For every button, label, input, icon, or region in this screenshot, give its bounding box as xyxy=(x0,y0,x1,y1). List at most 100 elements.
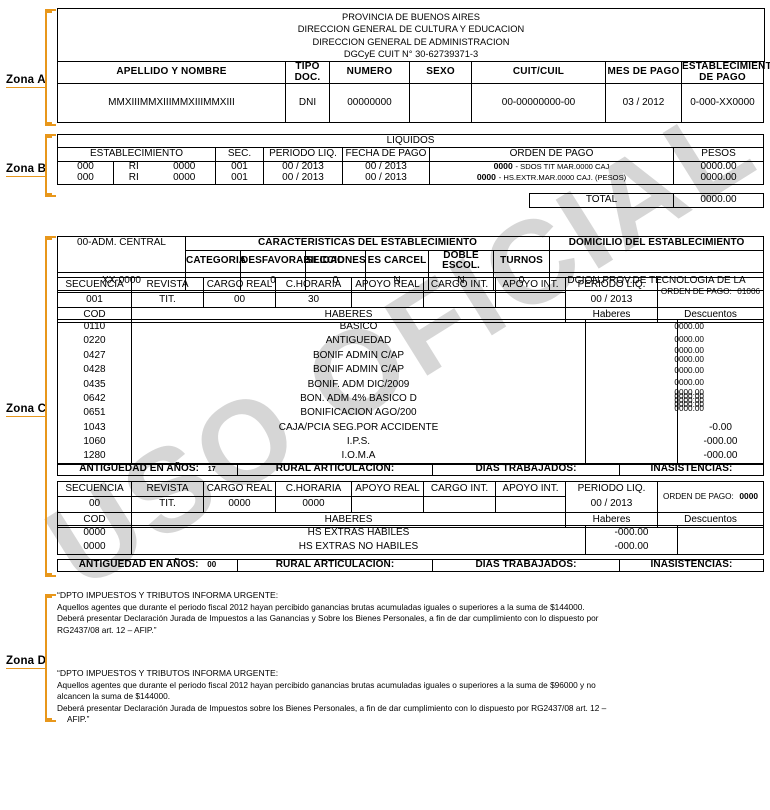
value-periodo-liq: 00 / 2013 xyxy=(565,292,658,308)
info-dias: DIAS TRABAJADOS: xyxy=(432,463,620,476)
info-rural: RURAL ARTICULACION: xyxy=(237,463,433,476)
liquidos-total-row: TOTAL 0000.00 xyxy=(529,193,764,208)
value-cargo-int xyxy=(423,292,496,308)
value-revista: TIT. xyxy=(131,292,204,308)
concepto-desc: CAJA/PCIA SEG.POR ACCIDENTE xyxy=(131,420,586,436)
col-apellido-y-nombre: APELLIDO Y NOMBRE xyxy=(57,61,286,84)
concepto-desc: I.P.S. xyxy=(131,435,586,450)
haberes-values-overlay: 0000.00 0000.00 0000.00 0000.00 0000.00 … xyxy=(620,322,708,432)
note-2-line-4: AFIP.” xyxy=(67,714,90,725)
orden-de-pago-label: ORDEN DE PAGO: xyxy=(662,491,734,501)
institution-header: PROVINCIA DE BUENOS AIRES DIRECCION GENE… xyxy=(57,8,765,62)
col-sexo: SEXO xyxy=(409,61,472,84)
haberes-value: 0000.00 xyxy=(674,335,704,344)
concepto-desc: BONIFICACION AGO/200 xyxy=(131,406,586,421)
concepto-desc: BASICO xyxy=(131,319,586,335)
liquidos-total-table: TOTAL 0000.00 xyxy=(529,193,764,208)
value-tipo-doc: DNI xyxy=(285,83,330,123)
caracteristicas-label-row: CATEGORIA DESFAVORABILIDAD SECCIONES ES … xyxy=(57,249,765,273)
carac-label-doble-escol: DOBLE ESCOL. xyxy=(428,249,494,273)
concepto-haberes xyxy=(585,435,678,450)
col-pesos: PESOS xyxy=(672,147,765,162)
col-cuit-cuil: CUIT/CUIL xyxy=(471,61,606,84)
zone-label-c: Zona C xyxy=(6,403,47,417)
employee-table-header-row: APELLIDO Y NOMBRE TIPO DOC. NUMERO SEXO … xyxy=(57,61,770,84)
value-revista: TIT. xyxy=(131,496,204,513)
concepto-haberes: -000.00 xyxy=(585,540,678,555)
concepto-descuentos: -000.00 xyxy=(677,435,764,450)
col-revista: REVISTA xyxy=(131,277,204,293)
col-cargo-int: CARGO INT. xyxy=(423,277,496,293)
total-value: 0000.00 xyxy=(673,193,764,208)
info-antiguedad: ANTIGUEDAD EN AÑOS: 00 xyxy=(57,559,238,572)
cell-orden-desc: - SDOS TIT MAR.0000 CAJ xyxy=(515,162,610,172)
note-1: “DPTO IMPUESTOS Y TRIBUTOS INFORMA URGEN… xyxy=(57,590,757,636)
value-numero: 00000000 xyxy=(329,83,410,123)
value-cargo-real: 0000 xyxy=(203,496,276,513)
info-antiguedad: ANTIGUEDAD EN AÑOS: 17 xyxy=(57,463,238,476)
concepto-cod: 0000 xyxy=(57,525,132,540)
note-1-line-2: Deberá presentar Declaración Jurada de I… xyxy=(57,613,599,624)
concepto-cod: 1043 xyxy=(57,420,132,436)
carac-label-secciones: SECCIONES xyxy=(305,249,366,273)
col-apoyo-real: APOYO REAL xyxy=(351,481,424,497)
col-establecimiento-de-pago: ESTABLECIMIENTO DE PAGO xyxy=(681,61,770,84)
haberes-value: 0000.00 xyxy=(674,346,704,355)
value-apoyo-real xyxy=(351,496,424,513)
info-inasistencias: INASISTENCIAS: xyxy=(619,559,764,572)
domicilio-title: DOMICILIO DEL ESTABLECIMIENTO xyxy=(549,236,765,251)
concepto-row: 0000 HS EXTRAS HABILES -000.00 xyxy=(57,525,764,540)
carac-label-turnos: TURNOS xyxy=(492,249,551,273)
col-secuencia: SECUENCIA xyxy=(57,277,132,293)
cell-orden-num: 0000 xyxy=(493,161,513,172)
liquidos-title-row: LIQUIDOS xyxy=(56,134,765,148)
note-1-line-3: RG2437/08 art. 12 – AFIP.” xyxy=(57,624,157,635)
header-line-1: PROVINCIA DE BUENOS AIRES xyxy=(342,12,480,23)
concepto-desc: ANTIGUEDAD xyxy=(131,334,586,349)
carac-label-desfavorabilidad: DESFAVORABILIDAD xyxy=(240,249,345,273)
carac-label-categoria: CATEGORIA xyxy=(185,249,246,273)
zone-bracket-b xyxy=(45,134,56,197)
concepto-desc: BON. ADM 4% BASICO D xyxy=(131,391,586,407)
haberes-value: 0000.00 xyxy=(674,322,704,331)
cell-est-id: 0000 xyxy=(153,173,216,185)
cell-est-cod: RI xyxy=(113,173,154,185)
liquidos-table: LIQUIDOS ESTABLECIMIENTO SEC. PERIODO LI… xyxy=(56,134,765,185)
orden-de-pago-label: ORDEN DE PAGO: xyxy=(660,287,732,297)
col-cargo-real: CARGO REAL xyxy=(203,481,276,497)
concepto-cod: 0220 xyxy=(57,334,132,349)
col-c-horaria: C.HORARIA xyxy=(275,277,352,293)
orden-de-pago-value: 01006 xyxy=(737,287,761,297)
col-apoyo-int: APOYO INT. xyxy=(495,277,566,293)
concepto-cod: 0000 xyxy=(57,540,132,555)
concepto-row: 1060 I.P.S. -000.00 xyxy=(57,435,764,450)
info-rural: RURAL ARTICULACION: xyxy=(237,559,433,572)
note-1-title: “DPTO IMPUESTOS Y TRIBUTOS INFORMA URGEN… xyxy=(57,590,279,600)
value-apoyo-real xyxy=(351,292,424,308)
concepto-cod: 0642 xyxy=(57,391,132,407)
value-mes-de-pago: 03 / 2012 xyxy=(605,83,682,123)
cell-sec: 001 xyxy=(215,173,264,185)
orden-de-pago-value: 0000 xyxy=(739,490,759,501)
cell-fecha-de-pago: 00 / 2013 xyxy=(342,173,430,185)
col-apoyo-real: APOYO REAL xyxy=(351,277,424,293)
info-strip-1: ANTIGUEDAD EN AÑOS: 17 RURAL ARTICULACIO… xyxy=(57,463,764,476)
concepto-cod: 0651 xyxy=(57,406,132,421)
note-2: “DPTO IMPUESTOS Y TRIBUTOS INFORMA URGEN… xyxy=(57,668,757,726)
concepto-desc: BONIF. ADM DIC/2009 xyxy=(131,377,586,392)
value-c-horaria: 30 xyxy=(275,292,352,308)
concepto-cod: 0428 xyxy=(57,363,132,378)
col-apoyo-int: APOYO INT. xyxy=(495,481,566,497)
cell-orden-desc: - HS.EXTR.MAR.0000 CAJ. (PESOS) xyxy=(498,173,627,183)
col-establecimiento: ESTABLECIMIENTO xyxy=(57,147,216,162)
orden-de-pago-cell-2: ORDEN DE PAGO: 0000 xyxy=(657,481,764,513)
liquidos-row: 000 RI 0000 001 00 / 2013 00 / 2013 0000… xyxy=(57,173,765,185)
zone-label-a: Zona A xyxy=(6,74,46,88)
zone-bracket-c xyxy=(45,236,56,577)
col-c-horaria: C.HORARIA xyxy=(275,481,352,497)
carac-label-es-carcel: ES CARCEL xyxy=(365,249,429,273)
establecimiento-nombre: 00-ADM. CENTRAL xyxy=(57,236,186,250)
liquidos-title: LIQUIDOS xyxy=(56,134,765,148)
secuencia-header-row: SECUENCIA REVISTA CARGO REAL C.HORARIA A… xyxy=(57,481,764,513)
value-periodo-liq: 00 / 2013 xyxy=(565,496,658,513)
